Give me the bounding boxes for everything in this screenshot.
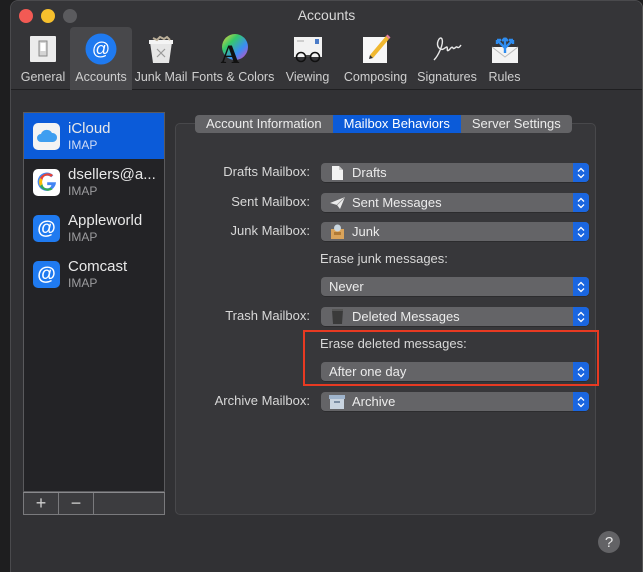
help-button[interactable]: ? — [598, 531, 620, 553]
toolbar-junk-mail[interactable]: Junk Mail — [132, 27, 190, 90]
accounts-list[interactable]: iCloud IMAP dsellers@a... IMAP @ Applewo… — [23, 112, 165, 492]
chevron-updown-icon — [573, 193, 589, 212]
erase-junk-label: Erase junk messages: — [320, 251, 448, 266]
google-icon — [33, 168, 60, 196]
svg-text:@: @ — [92, 39, 110, 59]
chevron-updown-icon — [573, 222, 589, 241]
junk-bin-icon — [329, 224, 345, 240]
toolbar-label: Signatures — [417, 70, 477, 84]
junk-mailbox-label: Junk Mailbox: — [230, 223, 310, 238]
tab-account-information[interactable]: Account Information — [195, 115, 333, 133]
toolbar-label: Viewing — [285, 70, 330, 84]
trash-mailbox-select[interactable]: Deleted Messages — [321, 307, 589, 326]
switch-icon — [26, 32, 60, 66]
toolbar-label: Rules — [488, 70, 521, 84]
junk-mailbox-value: Junk — [352, 224, 380, 239]
chevron-updown-icon — [573, 307, 589, 326]
account-tabs: Account Information Mailbox Behaviors Se… — [195, 115, 572, 133]
account-type: IMAP — [68, 184, 98, 198]
at-sign-icon: @ — [84, 32, 118, 66]
at-sign-icon: @ — [33, 260, 60, 288]
tab-server-settings[interactable]: Server Settings — [461, 115, 572, 133]
account-item-appleworld[interactable]: @ Appleworld IMAP — [24, 205, 164, 251]
document-icon — [329, 165, 345, 181]
highlight-annotation-box — [303, 330, 599, 386]
icloud-icon — [33, 122, 60, 150]
account-name: iCloud — [68, 120, 111, 137]
trash-can-icon — [329, 309, 345, 325]
account-type: IMAP — [68, 230, 98, 244]
sent-mailbox-select[interactable]: Sent Messages — [321, 193, 589, 212]
accounts-list-footer: + − — [23, 492, 165, 515]
account-type: IMAP — [68, 276, 98, 290]
trash-mailbox-value: Deleted Messages — [352, 309, 460, 324]
chevron-updown-icon — [573, 277, 589, 296]
trash-mailbox-label: Trash Mailbox: — [225, 308, 310, 323]
paper-plane-icon — [329, 195, 345, 211]
tab-mailbox-behaviors[interactable]: Mailbox Behaviors — [332, 115, 461, 133]
sent-mailbox-value: Sent Messages — [352, 195, 442, 210]
glasses-envelope-icon — [291, 32, 325, 66]
pencil-paper-icon — [359, 32, 393, 66]
color-wheel-font-icon: A — [216, 32, 250, 66]
trash-bin-icon — [144, 32, 178, 66]
account-name: dsellers@a... — [68, 166, 156, 183]
drafts-mailbox-select[interactable]: Drafts — [321, 163, 589, 182]
archive-box-icon — [329, 394, 345, 410]
archive-mailbox-value: Archive — [352, 394, 396, 409]
drafts-mailbox-value: Drafts — [352, 165, 387, 180]
toolbar-composing[interactable]: Composing — [339, 27, 412, 90]
account-item-google[interactable]: dsellers@a... IMAP — [24, 159, 164, 205]
window-title: Accounts — [297, 7, 356, 23]
erase-junk-value: Never — [329, 279, 364, 294]
toolbar-accounts[interactable]: @ Accounts — [70, 27, 132, 90]
toolbar-label: Junk Mail — [134, 70, 188, 84]
chevron-updown-icon — [573, 392, 589, 411]
toolbar-fonts-colors[interactable]: A Fonts & Colors — [190, 27, 276, 90]
junk-mailbox-select[interactable]: Junk — [321, 222, 589, 241]
account-item-icloud[interactable]: iCloud IMAP — [24, 113, 164, 159]
toolbar-general[interactable]: General — [16, 27, 70, 90]
account-item-comcast[interactable]: @ Comcast IMAP — [24, 251, 164, 297]
svg-text:A: A — [221, 40, 240, 65]
toolbar-rules[interactable]: Rules — [482, 27, 527, 90]
titlebar: Accounts General @ Accounts Junk Mail A … — [11, 1, 642, 90]
chevron-updown-icon — [573, 163, 589, 182]
preferences-toolbar: General @ Accounts Junk Mail A Fonts & C… — [16, 27, 527, 90]
account-type: IMAP — [68, 138, 98, 152]
toolbar-label: Composing — [343, 70, 408, 84]
signature-icon — [430, 32, 464, 66]
account-name: Appleworld — [68, 212, 143, 229]
rules-envelope-icon — [488, 32, 522, 66]
archive-mailbox-label: Archive Mailbox: — [214, 393, 310, 408]
toolbar-viewing[interactable]: Viewing — [276, 27, 339, 90]
drafts-mailbox-label: Drafts Mailbox: — [223, 164, 310, 179]
account-name: Comcast — [68, 258, 128, 275]
sent-mailbox-label: Sent Mailbox: — [231, 194, 310, 209]
add-account-button[interactable]: + — [24, 493, 59, 514]
toolbar-label: Fonts & Colors — [191, 70, 275, 84]
erase-junk-select[interactable]: Never — [321, 277, 589, 296]
toolbar-label: General — [20, 70, 66, 84]
at-sign-icon: @ — [33, 214, 60, 242]
toolbar-signatures[interactable]: Signatures — [412, 27, 482, 90]
archive-mailbox-select[interactable]: Archive — [321, 392, 589, 411]
remove-account-button[interactable]: − — [59, 493, 94, 514]
toolbar-label: Accounts — [75, 70, 127, 84]
